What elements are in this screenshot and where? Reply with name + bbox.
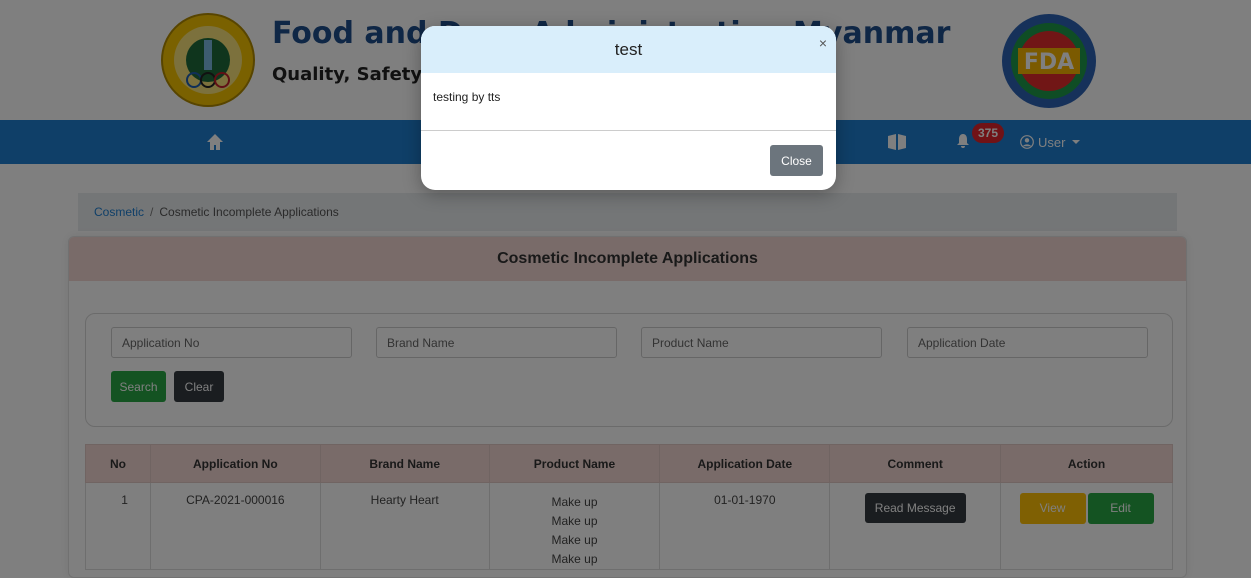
modal-title: test xyxy=(614,40,643,59)
modal-header: test × xyxy=(421,26,836,73)
modal-body: testing by tts xyxy=(421,73,836,131)
modal-footer: Close xyxy=(421,131,836,190)
close-button[interactable]: Close xyxy=(770,145,823,176)
message-modal: test × testing by tts Close xyxy=(421,26,836,190)
close-icon[interactable]: × xyxy=(819,26,827,60)
